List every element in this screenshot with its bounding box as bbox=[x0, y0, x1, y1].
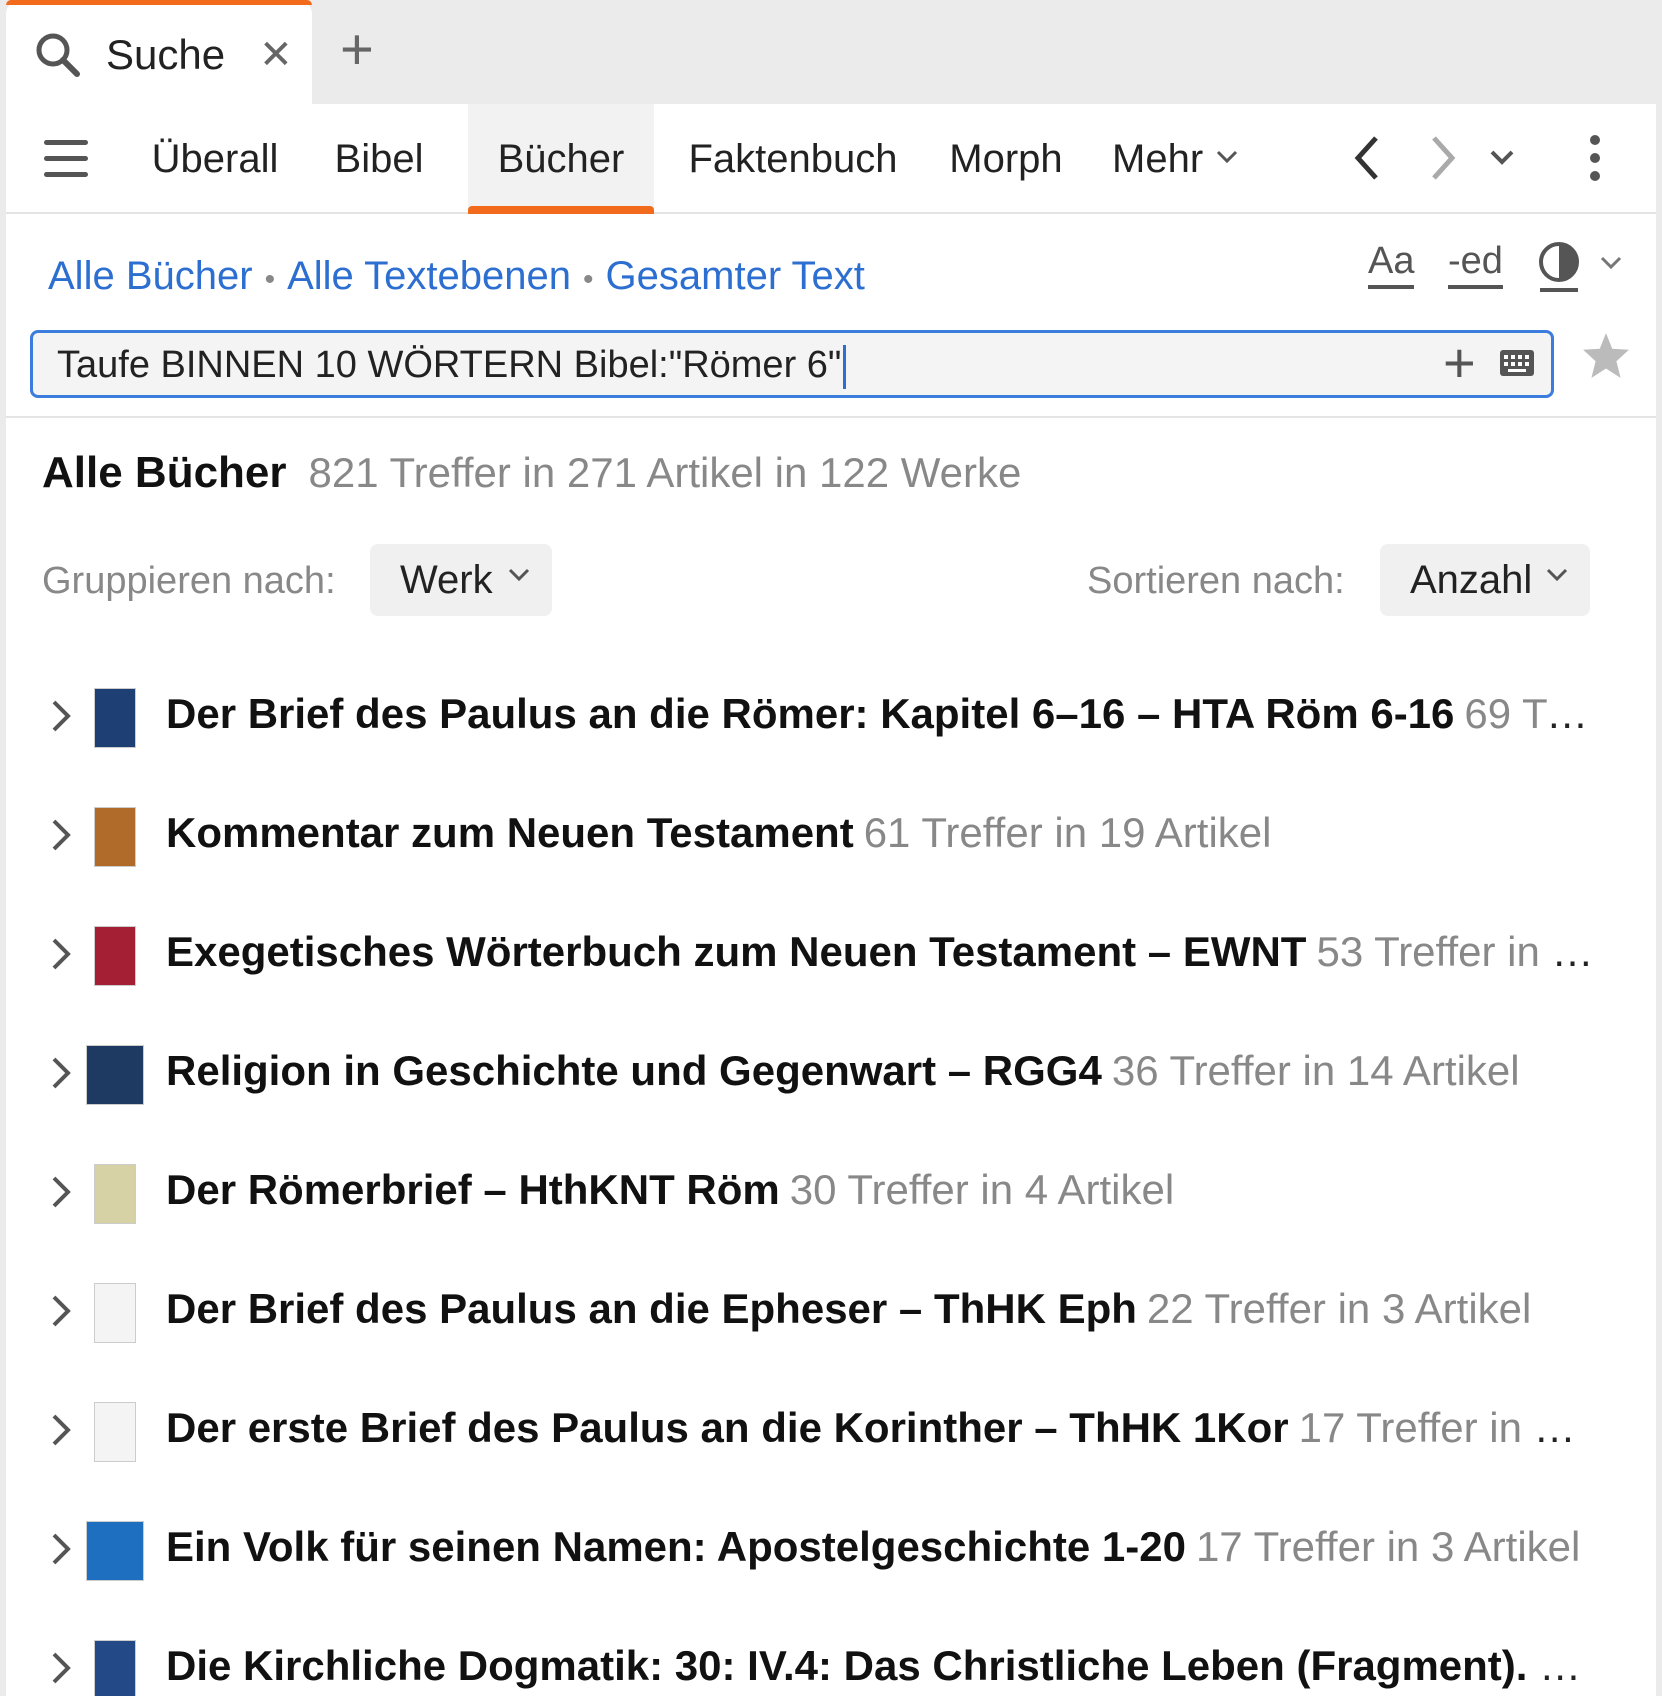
result-row[interactable]: Kommentar zum Neuen Testament 61 Treffer … bbox=[6, 781, 1656, 891]
tab-label: Suche bbox=[106, 31, 226, 78]
group-by-value: Werk bbox=[400, 558, 493, 602]
result-title: Kommentar zum Neuen Testament bbox=[166, 809, 854, 856]
tab-factbook[interactable]: Faktenbuch bbox=[678, 104, 908, 214]
chevron-right-icon[interactable] bbox=[48, 1053, 74, 1093]
book-cover-image bbox=[94, 688, 136, 748]
result-count: 61 Treffer in 19 Artikel bbox=[863, 809, 1272, 856]
chevron-right-icon[interactable] bbox=[48, 1410, 74, 1450]
result-title: Der Brief des Paulus an die Epheser – Th… bbox=[166, 1285, 1137, 1332]
book-cover-image bbox=[94, 1164, 136, 1224]
chevron-down-icon bbox=[1546, 568, 1568, 582]
forward-icon[interactable] bbox=[1428, 134, 1458, 182]
book-cover-image bbox=[86, 1521, 144, 1581]
result-count: 36 Treffer in 14 Artikel bbox=[1111, 1047, 1520, 1094]
display-mode-icon[interactable] bbox=[1536, 240, 1582, 294]
divider bbox=[6, 416, 1656, 418]
scope-full-text-link[interactable]: Gesamter Text bbox=[606, 254, 865, 298]
match-case-button[interactable]: Aa bbox=[1368, 240, 1415, 289]
search-query-text: Taufe BINNEN 10 WÖRTERN Bibel:"Römer 6" bbox=[57, 344, 842, 386]
result-count: 30 Treffer in 4 Artikel bbox=[789, 1166, 1175, 1213]
search-scope: Alle Bücher • Alle Textebenen • Gesamter Tex… bbox=[48, 254, 865, 299]
result-row[interactable]: Der erste Brief des Paulus an die Korint… bbox=[6, 1376, 1656, 1486]
book-cover-image bbox=[94, 807, 136, 867]
result-row[interactable]: Der Brief des Paulus an die Römer: Kapit… bbox=[6, 662, 1656, 772]
result-row[interactable]: Religion in Geschichte und Gegenwart – R… bbox=[6, 1019, 1656, 1129]
result-title: Der Brief des Paulus an die Römer: Kapit… bbox=[166, 690, 1455, 737]
book-cover-image bbox=[94, 1283, 136, 1343]
result-row[interactable]: Der Brief des Paulus an die Epheser – Th… bbox=[6, 1257, 1656, 1367]
add-search-term-button[interactable]: + bbox=[1443, 331, 1476, 395]
keyboard-icon[interactable] bbox=[1499, 349, 1535, 377]
tab-more-label: Mehr bbox=[1112, 137, 1204, 181]
results-count: 821 Treffer in 271 Artikel in 122 Werke bbox=[308, 449, 1022, 496]
close-tab-icon[interactable]: ✕ bbox=[259, 32, 293, 78]
chevron-right-icon[interactable] bbox=[48, 1648, 74, 1688]
result-row[interactable]: Der Römerbrief – HthKNT Röm 30 Treffer in… bbox=[6, 1138, 1656, 1248]
sort-by-select[interactable]: Anzahl bbox=[1380, 544, 1590, 616]
search-input[interactable]: Taufe BINNEN 10 WÖRTERN Bibel:"Römer 6" … bbox=[30, 330, 1554, 398]
tab-more[interactable]: Mehr bbox=[1112, 104, 1212, 214]
results-summary: Alle Bücher 821 Treffer in 271 Artikel in… bbox=[42, 448, 1021, 498]
result-count: 17 Treffer in 3 Artikel bbox=[1195, 1523, 1581, 1570]
result-title: Der erste Brief des Paulus an die Korint… bbox=[166, 1404, 1289, 1451]
chevron-down-icon[interactable] bbox=[1216, 150, 1238, 164]
group-by-select[interactable]: Werk bbox=[370, 544, 552, 616]
result-title: Ein Volk für seinen Namen: Apostelgeschi… bbox=[166, 1523, 1186, 1570]
book-cover-image bbox=[94, 926, 136, 986]
group-by-label: Gruppieren nach: bbox=[42, 560, 336, 602]
active-tab-indicator bbox=[6, 0, 312, 5]
more-options-icon[interactable] bbox=[1588, 134, 1602, 182]
tab-strip: Suche ✕ + bbox=[0, 0, 1662, 110]
separator: • bbox=[264, 263, 276, 296]
result-title: Exegetisches Wörterbuch zum Neuen Testam… bbox=[166, 928, 1307, 975]
scope-books-link[interactable]: Alle Bücher bbox=[48, 254, 253, 298]
favorite-star-icon[interactable] bbox=[1580, 330, 1632, 382]
search-type-bar: Überall Bibel Bücher Faktenbuch Morph Me… bbox=[6, 104, 1656, 214]
tab-everywhere[interactable]: Überall bbox=[140, 104, 290, 214]
results-title: Alle Bücher bbox=[42, 448, 287, 497]
tab-morph[interactable]: Morph bbox=[938, 104, 1074, 214]
result-count: 17 Treffer in 6 Artikel bbox=[1298, 1404, 1594, 1451]
book-cover-image bbox=[94, 1640, 136, 1696]
history-dropdown-icon[interactable] bbox=[1490, 150, 1514, 166]
chevron-right-icon[interactable] bbox=[48, 934, 74, 974]
result-title: Die Kirchliche Dogmatik: 30: IV.4: Das C… bbox=[166, 1642, 1594, 1689]
chevron-right-icon[interactable] bbox=[48, 1529, 74, 1569]
result-row[interactable]: Ein Volk für seinen Namen: Apostelgeschi… bbox=[6, 1495, 1656, 1605]
back-icon[interactable] bbox=[1352, 134, 1382, 182]
tab-bible[interactable]: Bibel bbox=[318, 104, 440, 214]
result-row[interactable]: Exegetisches Wörterbuch zum Neuen Testam… bbox=[6, 900, 1656, 1010]
text-cursor bbox=[843, 344, 847, 389]
book-cover-image bbox=[94, 1402, 136, 1462]
sort-by-value: Anzahl bbox=[1410, 558, 1533, 602]
search-panel: Überall Bibel Bücher Faktenbuch Morph Me… bbox=[6, 104, 1656, 1696]
match-forms-button[interactable]: -ed bbox=[1448, 240, 1503, 289]
book-cover-image bbox=[86, 1045, 144, 1105]
tab-books[interactable]: Bücher bbox=[468, 104, 654, 214]
menu-icon[interactable] bbox=[44, 140, 88, 178]
result-count: 22 Treffer in 3 Artikel bbox=[1146, 1285, 1532, 1332]
scope-text-layers-link[interactable]: Alle Textebenen bbox=[287, 254, 571, 298]
result-row[interactable]: Die Kirchliche Dogmatik: 30: IV.4: Das C… bbox=[6, 1614, 1656, 1696]
chevron-right-icon[interactable] bbox=[48, 696, 74, 736]
result-title: Religion in Geschichte und Gegenwart – R… bbox=[166, 1047, 1102, 1094]
result-title: Der Römerbrief – HthKNT Röm bbox=[166, 1166, 780, 1213]
separator: • bbox=[583, 263, 594, 296]
chevron-right-icon[interactable] bbox=[48, 815, 74, 855]
new-tab-button[interactable]: + bbox=[340, 18, 374, 82]
tab-search[interactable]: Suche ✕ bbox=[6, 0, 312, 110]
chevron-down-icon[interactable] bbox=[1600, 256, 1622, 270]
result-count: 69 Treffer in 20 Artikel bbox=[1464, 690, 1594, 737]
chevron-right-icon[interactable] bbox=[48, 1291, 74, 1331]
result-count: 53 Treffer in 16 Artikel bbox=[1316, 928, 1594, 975]
chevron-right-icon[interactable] bbox=[48, 1172, 74, 1212]
search-icon bbox=[36, 33, 80, 77]
chevron-down-icon bbox=[508, 568, 530, 582]
sort-by-label: Sortieren nach: bbox=[1087, 560, 1345, 602]
